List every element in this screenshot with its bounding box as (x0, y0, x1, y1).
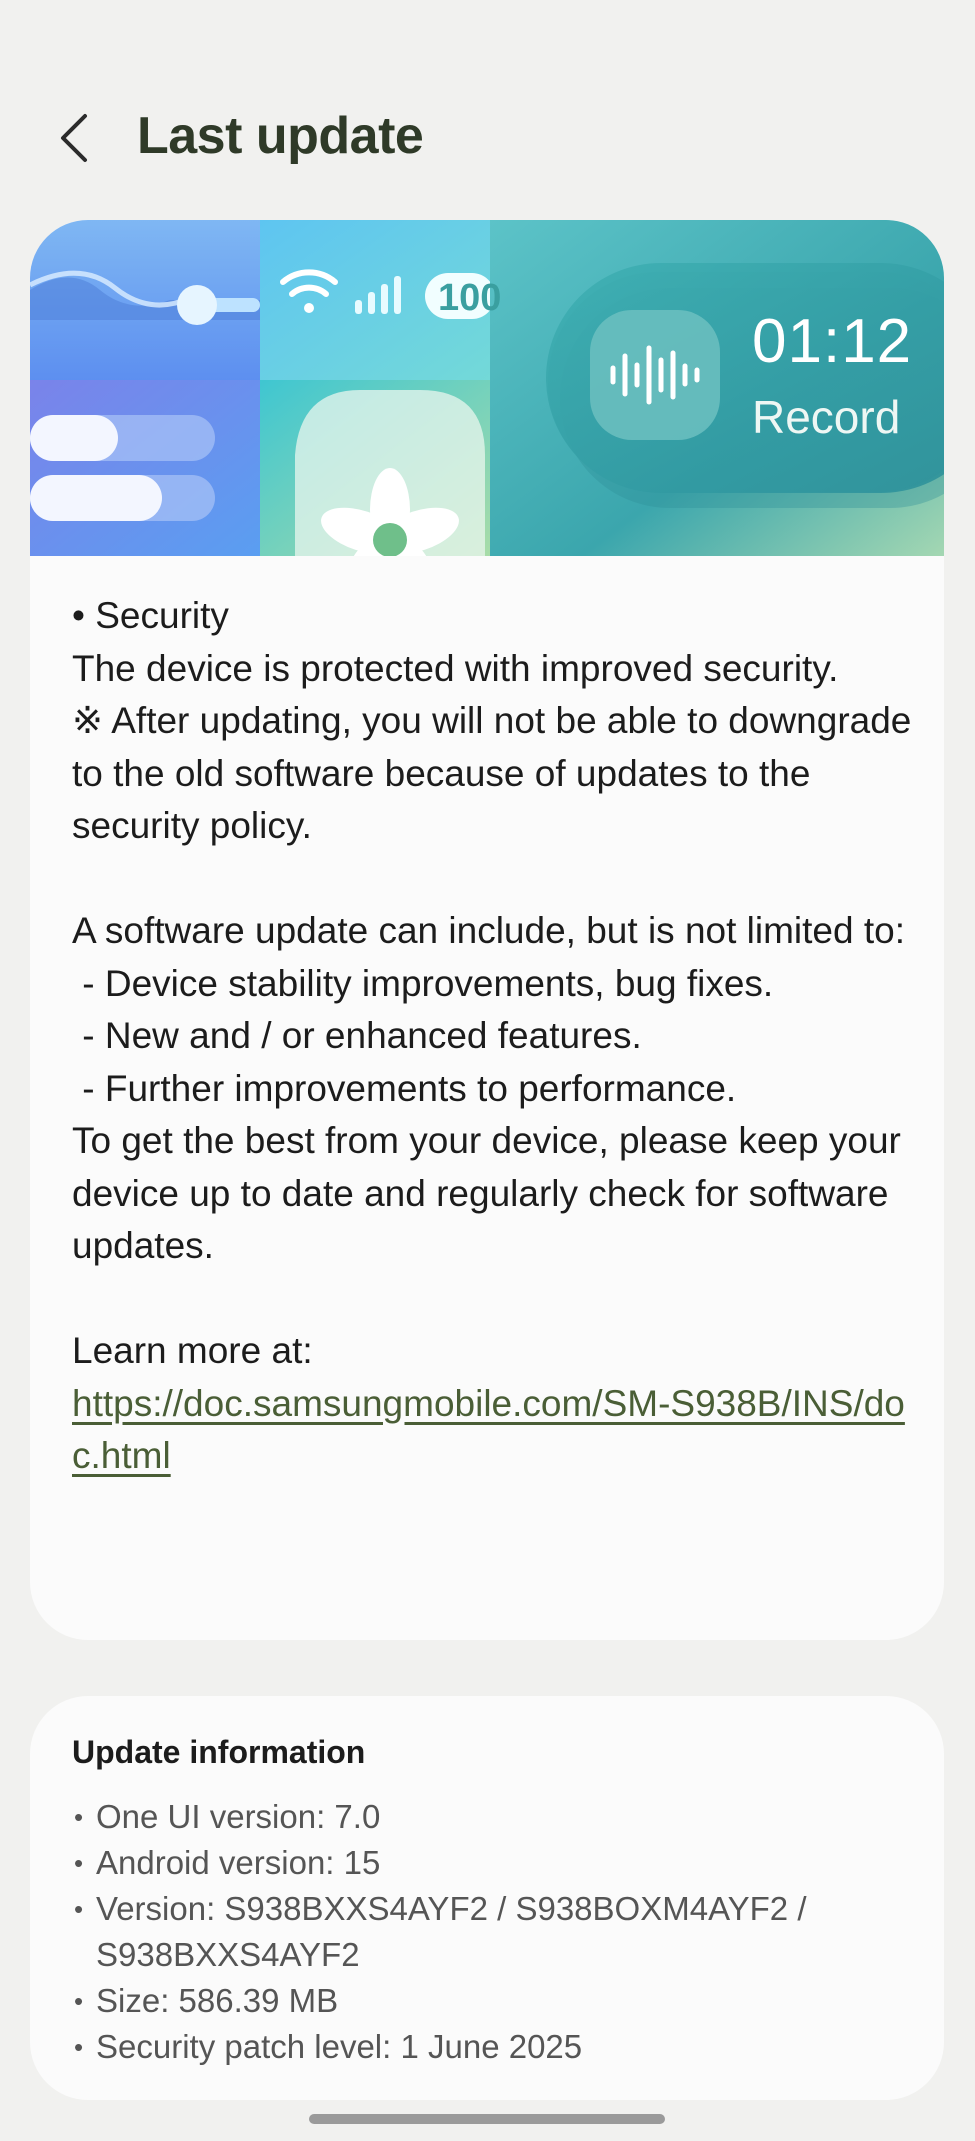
feature-banner-image: 100 01:12 Record (30, 220, 944, 556)
list-item: - New and / or enhanced features. (72, 1015, 642, 1056)
security-body: The device is protected with improved se… (72, 647, 839, 689)
list-item: - Further improvements to performance. (72, 1067, 737, 1109)
update-information-list: One UI version: 7.0 Android version: 15 … (72, 1794, 932, 2070)
update-information-title: Update information (72, 1734, 366, 1770)
back-button[interactable] (44, 108, 104, 168)
build-version: Version: S938BXXS4AYF2 / S938BOXM4AYF2 /… (72, 1886, 932, 1978)
update-closing: To get the best from your device, please… (72, 1120, 912, 1266)
battery-level-text: 100 (438, 277, 502, 319)
gesture-navigation-bar[interactable] (309, 2114, 665, 2124)
update-information-card: Update information One UI version: 7.0 A… (30, 1696, 944, 2100)
update-size: Size: 586.39 MB (72, 1978, 932, 2024)
documentation-link[interactable]: https://doc.samsungmobile.com/SM-S938B/I… (72, 1383, 905, 1477)
list-item: - Device stability improvements, bug fix… (72, 962, 774, 1004)
learn-more-label: Learn more at: (72, 1330, 313, 1371)
banner-record-time: 01:12 (752, 307, 913, 376)
page-title: Last update (137, 107, 424, 165)
top-app-bar: Last update (0, 96, 975, 180)
security-patch-level: Security patch level: 1 June 2025 (72, 2024, 932, 2070)
android-version: Android version: 15 (72, 1840, 932, 1886)
banner-record-label: Record (752, 391, 901, 443)
release-notes-card: 100 01:12 Record • Security The device i… (30, 220, 944, 1640)
security-note: ※ After updating, you will not be able t… (72, 700, 922, 846)
release-notes-text: • Security The device is protected with … (72, 590, 912, 1483)
update-intro: A software update can include, but is no… (72, 910, 905, 951)
chevron-left-icon (61, 114, 87, 162)
security-heading: • Security (72, 595, 229, 636)
one-ui-version: One UI version: 7.0 (72, 1794, 932, 1840)
